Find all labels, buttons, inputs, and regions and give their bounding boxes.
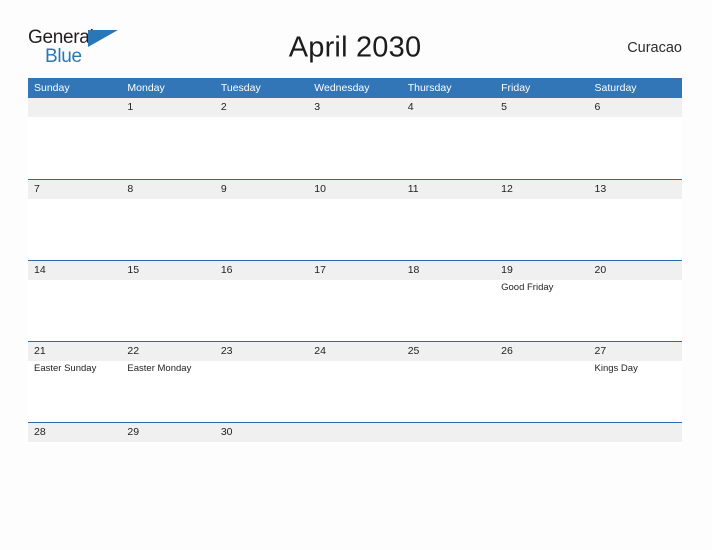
day-cell[interactable]: 19 Good Friday — [495, 261, 588, 341]
day-number: 1 — [127, 101, 134, 113]
day-number: 11 — [407, 183, 419, 195]
week-row: 7 8 9 10 11 12 13 — [28, 179, 682, 260]
day-cell[interactable]: 29 — [121, 423, 214, 444]
day-number: 8 — [127, 183, 134, 195]
weekday-header-saturday: Saturday — [594, 82, 637, 94]
weekday-header-tuesday: Tuesday — [220, 82, 261, 94]
day-cell[interactable]: 6 — [589, 98, 682, 179]
day-number: 13 — [594, 183, 607, 195]
day-number: 5 — [501, 101, 507, 113]
day-event: Good Friday — [501, 282, 554, 293]
day-cell[interactable]: 8 — [121, 180, 214, 260]
blue-triangle-flag-icon — [88, 30, 118, 47]
day-cell[interactable]: 1 — [121, 98, 214, 179]
day-number: 29 — [127, 426, 140, 438]
day-number: 26 — [501, 345, 513, 357]
week-row: 1 2 3 4 5 6 — [28, 98, 682, 179]
weekday-header-monday: Monday — [127, 82, 165, 94]
day-number: 30 — [220, 426, 233, 438]
weekday-header-friday: Friday — [501, 82, 531, 94]
page-title: April 2030 — [288, 31, 422, 64]
weekday-header-row: Sunday Monday Tuesday Wednesday Thursday… — [28, 78, 682, 98]
day-cell[interactable]: 22 Easter Monday — [121, 342, 214, 422]
day-cell[interactable]: 5 — [495, 98, 588, 179]
day-cell[interactable] — [402, 423, 495, 444]
day-number: 20 — [594, 264, 607, 276]
day-cell[interactable]: 25 — [402, 342, 495, 422]
day-cell[interactable]: 4 — [402, 98, 495, 179]
day-cell[interactable]: 15 — [121, 261, 214, 341]
day-number: 28 — [34, 426, 46, 438]
day-number: 12 — [501, 183, 513, 195]
day-number: 18 — [407, 264, 420, 276]
week-row: 21 Easter Sunday 22 Easter Monday 23 24 25… — [28, 341, 682, 422]
day-cell[interactable]: 28 — [28, 423, 121, 444]
day-number: 27 — [594, 345, 607, 357]
day-cell[interactable]: 7 — [28, 180, 121, 260]
day-cell[interactable]: 16 — [215, 261, 308, 341]
day-number: 9 — [220, 183, 227, 195]
day-number: 16 — [220, 264, 233, 276]
day-cell[interactable]: 10 — [308, 180, 401, 260]
day-number: 19 — [501, 264, 513, 276]
day-number: 24 — [314, 345, 326, 357]
weekday-header-thursday: Thursday — [407, 82, 452, 94]
day-number: 25 — [407, 345, 420, 357]
day-number: 6 — [594, 101, 601, 113]
weekday-header-wednesday: Wednesday — [314, 82, 370, 94]
day-cell[interactable]: 12 — [495, 180, 588, 260]
day-number: 2 — [220, 101, 227, 113]
day-cell[interactable]: 20 — [589, 261, 682, 341]
day-cell[interactable]: 30 — [215, 423, 308, 444]
day-number: 21 — [34, 345, 46, 357]
region-label: Curacao — [627, 40, 682, 56]
day-number: 22 — [127, 345, 140, 357]
day-cell[interactable] — [589, 423, 682, 444]
day-number: 15 — [127, 264, 140, 276]
day-number: 7 — [34, 183, 40, 195]
day-number: 3 — [314, 101, 321, 113]
day-event: Kings Day — [594, 363, 638, 374]
day-event: Easter Sunday — [34, 363, 97, 374]
day-cell[interactable]: 23 — [215, 342, 308, 422]
day-cell[interactable]: 18 — [402, 261, 495, 341]
day-cell[interactable]: 2 — [215, 98, 308, 179]
week-row: 28 29 30 — [28, 422, 682, 444]
day-number: 14 — [34, 264, 46, 276]
day-number: 4 — [407, 101, 414, 113]
general-blue-logo[interactable]: General Blue — [28, 27, 120, 69]
day-cell[interactable]: 11 — [402, 180, 495, 260]
day-cell[interactable] — [308, 423, 401, 444]
day-number: 10 — [314, 183, 326, 195]
weekday-header-sunday: Sunday — [34, 82, 70, 94]
day-cell[interactable]: 24 — [308, 342, 401, 422]
day-number: 23 — [220, 345, 233, 357]
logo-text-blue: Blue — [45, 46, 82, 67]
day-cell[interactable] — [495, 423, 588, 444]
page-header: General Blue April 2030 Curacao — [28, 24, 682, 72]
day-cell[interactable]: 17 — [308, 261, 401, 341]
day-cell[interactable]: 13 — [589, 180, 682, 260]
day-cell[interactable]: 3 — [308, 98, 401, 179]
calendar-page: General Blue April 2030 Curacao Sunday M… — [0, 0, 712, 550]
day-cell[interactable]: 26 — [495, 342, 588, 422]
day-cell[interactable] — [28, 98, 121, 179]
calendar-grid: Sunday Monday Tuesday Wednesday Thursday… — [28, 78, 682, 444]
day-number: 17 — [314, 264, 326, 276]
week-row: 14 15 16 17 18 19 Good Friday 20 — [28, 260, 682, 341]
day-event: Easter Monday — [127, 363, 192, 374]
day-cell[interactable]: 27 Kings Day — [589, 342, 682, 422]
day-cell[interactable]: 21 Easter Sunday — [28, 342, 121, 422]
day-cell[interactable]: 9 — [215, 180, 308, 260]
day-cell[interactable]: 14 — [28, 261, 121, 341]
